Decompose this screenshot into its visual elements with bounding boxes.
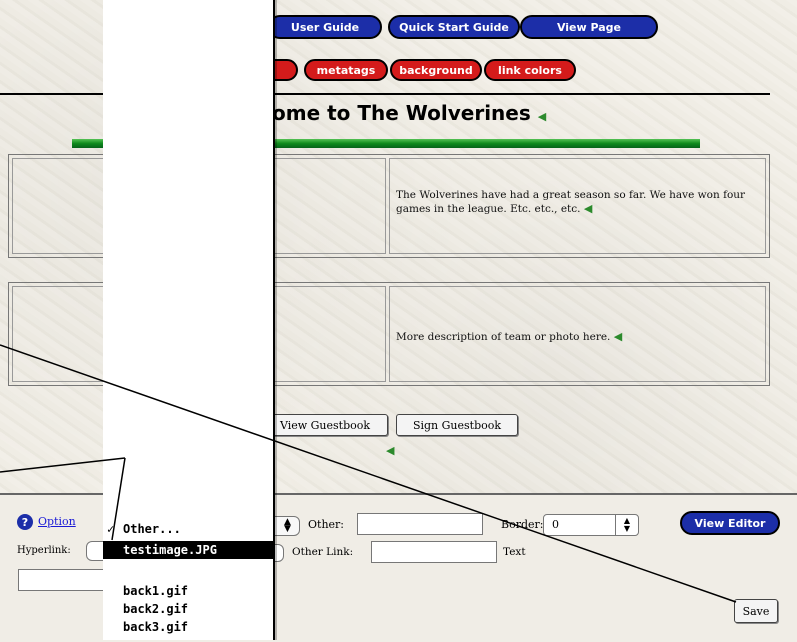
callout-line-2 bbox=[111, 457, 126, 541]
annotation-lines bbox=[0, 344, 737, 603]
callout-line-3 bbox=[0, 457, 126, 473]
callout-line-1 bbox=[0, 344, 737, 603]
